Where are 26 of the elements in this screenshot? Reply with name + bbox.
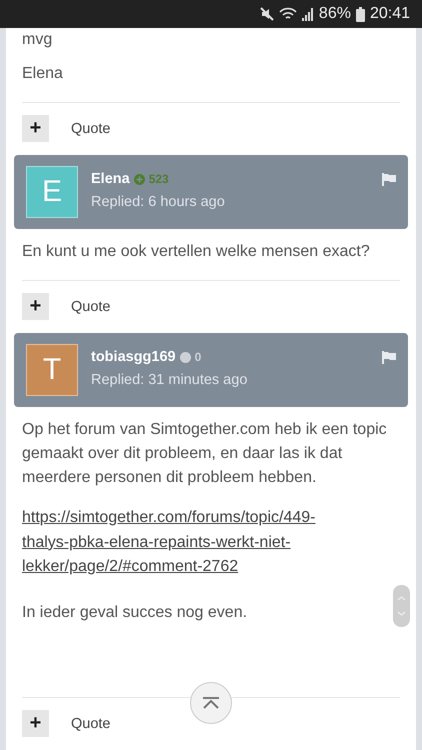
clock: 20:41 [370,5,410,23]
battery-icon [356,6,365,22]
post-text: mvg [22,30,54,50]
quote-plus-button[interactable]: + [22,115,49,142]
flag-icon[interactable] [382,351,396,364]
post-link[interactable]: https://simtogether.com/forums/topic/449-thalys-pbka-elena-repaints-werkt-niet-lekker/page/2/#comment-2762 [22,506,322,580]
post-text: Op het forum van Simtogether.com heb ik een topic gemaakt over dit probleem, en daar las ik dat meerdere personen dit probleem hebben. [22,420,388,488]
quote-plus-button[interactable]: + [22,710,49,737]
reputation-count: 523 [148,172,169,186]
wifi-icon [278,7,297,21]
post-text: Elena [22,64,64,84]
replied-time: Replied: 31 minutes ago [91,372,248,388]
signal-icon [302,7,314,21]
flag-icon[interactable] [382,173,396,186]
quote-link[interactable]: Quote [71,716,110,732]
arrow-to-top-icon [202,697,220,709]
quote-link[interactable]: Quote [71,120,110,136]
reputation-count: 0 [194,350,202,364]
quote-plus-button[interactable]: + [22,293,49,320]
post-text: En kunt u me ook vertellen welke mensen exact? [22,242,371,262]
mute-icon [260,7,274,21]
scroll-handle[interactable] [393,585,410,627]
battery-percent: 86% [318,5,351,23]
quote-link[interactable]: Quote [71,298,110,314]
replied-time: Replied: 6 hours ago [91,194,225,210]
post-text: In ieder geval succes nog even. [22,602,248,622]
